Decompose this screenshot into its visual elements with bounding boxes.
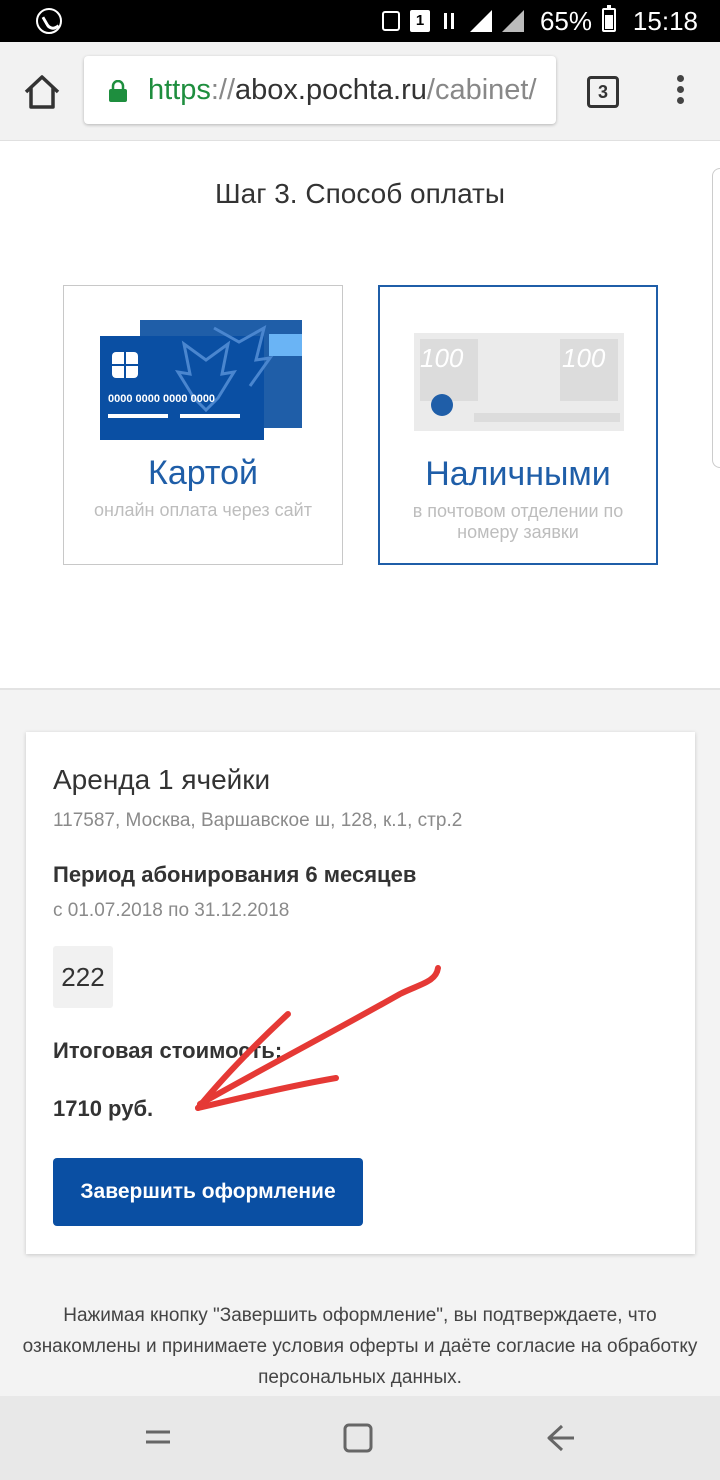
url-separator: :// bbox=[210, 74, 236, 106]
total-cost-value: 1710 руб. bbox=[53, 1096, 154, 1121]
home-square-icon[interactable] bbox=[334, 1414, 382, 1462]
menu-dot bbox=[676, 97, 684, 104]
sync-icon bbox=[382, 11, 400, 31]
url-bar[interactable]: https://abox.pochta.ru/cabinet/ bbox=[84, 56, 556, 124]
subscription-period-label: Период абонирования 6 месяцев bbox=[53, 862, 417, 887]
network-type-icon bbox=[440, 11, 460, 31]
cell-number-badge: 222 bbox=[53, 946, 113, 1008]
subscription-period-dates: с 01.07.2018 по 31.12.2018 bbox=[53, 900, 290, 921]
consent-disclaimer: Нажимая кнопку "Завершить оформление", в… bbox=[22, 1305, 698, 1388]
banknote-denomination-left: 100 bbox=[420, 343, 464, 373]
payment-option-card[interactable]: 0000 0000 0000 0000 Картой онлайн оплата… bbox=[63, 285, 343, 565]
order-summary-card: Аренда 1 ячейки 117587, Москва, Варшавск… bbox=[26, 732, 695, 1254]
step-title: Шаг 3. Способ оплаты bbox=[215, 178, 505, 209]
back-arrow-icon[interactable] bbox=[536, 1414, 584, 1462]
payment-option-cash[interactable]: 100 100 Наличными в почтовом отделении п… bbox=[378, 285, 658, 565]
summary-title: Аренда 1 ячейки bbox=[53, 764, 271, 795]
battery-icon bbox=[602, 5, 616, 32]
more-vert-icon[interactable] bbox=[668, 72, 692, 112]
phone-call-icon bbox=[36, 8, 62, 34]
finish-order-button[interactable]: Завершить оформление bbox=[53, 1158, 363, 1226]
payment-option-label: Наличными bbox=[425, 455, 611, 493]
banknote-denomination-right: 100 bbox=[562, 343, 606, 373]
payment-option-sub: в почтовом отделении по номеру заявки bbox=[412, 501, 624, 542]
url-path: /cabinet/ bbox=[426, 74, 537, 106]
browser-toolbar: https://abox.pochta.ru/cabinet/ 3 bbox=[0, 42, 720, 141]
menu-dot bbox=[676, 86, 684, 93]
home-icon[interactable] bbox=[22, 72, 62, 112]
card-number-text: 0000 0000 0000 0000 bbox=[108, 393, 215, 405]
notification-badge-icon: 1 bbox=[410, 10, 430, 32]
url-scheme: https bbox=[148, 74, 211, 106]
recent-apps-icon[interactable] bbox=[134, 1414, 182, 1462]
menu-dot bbox=[676, 75, 684, 82]
tabs-icon[interactable]: 3 bbox=[587, 76, 619, 108]
battery-percent: 65% bbox=[539, 6, 592, 36]
payment-option-sub: онлайн оплата через сайт bbox=[94, 500, 312, 520]
bank-card-illustration: 0000 0000 0000 0000 bbox=[100, 320, 302, 440]
total-cost-label: Итоговая стоимость: bbox=[53, 1038, 283, 1063]
clock: 15:18 bbox=[632, 6, 698, 36]
url-text: https://abox.pochta.ru/cabinet/ bbox=[148, 56, 537, 124]
post-office-address: 117587, Москва, Варшавское ш, 128, к.1, … bbox=[53, 810, 463, 831]
status-icons: 1 bbox=[382, 9, 524, 33]
url-host: abox.pochta.ru bbox=[235, 74, 427, 106]
status-bar: 1 65% 15:18 bbox=[0, 0, 720, 42]
signal-2-icon bbox=[502, 10, 524, 32]
banknote-illustration: 100 100 bbox=[414, 333, 624, 431]
scroll-indicator[interactable] bbox=[712, 168, 720, 468]
lock-icon bbox=[109, 80, 127, 102]
signal-icon bbox=[470, 10, 492, 32]
payment-option-label: Картой bbox=[148, 454, 258, 492]
system-nav-bar bbox=[0, 1396, 720, 1480]
